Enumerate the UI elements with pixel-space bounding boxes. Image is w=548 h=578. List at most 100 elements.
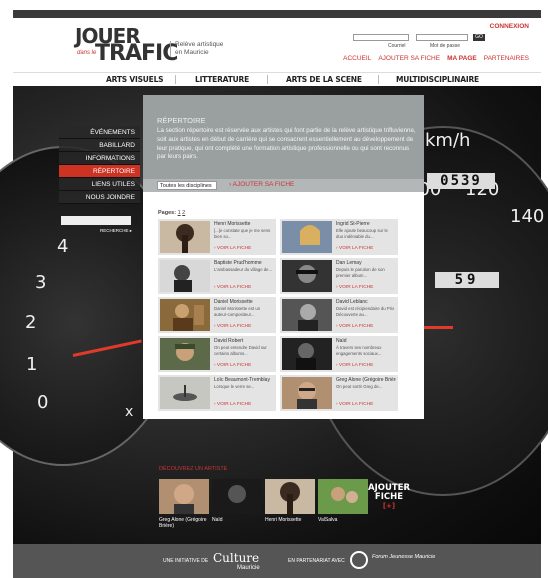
trip-meter: 59 bbox=[435, 272, 499, 288]
discover-artist-name[interactable]: Henri Morissette bbox=[265, 517, 301, 523]
category-arts-scene[interactable]: ARTS DE LA SCENE bbox=[286, 75, 362, 84]
voir-fiche-link[interactable]: › VOIR LA FICHE bbox=[336, 363, 373, 368]
pagination: Pages: 1 2 bbox=[158, 210, 185, 216]
sidebar-item-informations[interactable]: INFORMATIONS bbox=[59, 152, 140, 165]
artist-name: David Leblanc bbox=[336, 299, 368, 305]
culture-logo[interactable]: Culture bbox=[213, 551, 259, 565]
discipline-select[interactable]: Toutes les disciplines bbox=[157, 181, 217, 190]
tagline: Relève artistique en Mauricie bbox=[170, 41, 223, 57]
voir-fiche-link[interactable]: › VOIR LA FICHE bbox=[214, 285, 251, 290]
logo-small: dans le bbox=[77, 50, 97, 56]
sidebar-item-liens-utiles[interactable]: LIENS UTILES bbox=[59, 178, 140, 191]
artist-bio: Daniel Morissette est un auteur-composit… bbox=[214, 306, 261, 317]
artist-card[interactable]: Naïd À travers ses nombreux engagements … bbox=[280, 336, 398, 372]
artist-name: Baptiste Prud'homme bbox=[214, 260, 262, 266]
nav-partenaires[interactable]: PARTENAIRES bbox=[484, 55, 529, 62]
tagline-line-1: Relève artistique bbox=[175, 41, 224, 48]
discover-artist-name[interactable]: ValSalva bbox=[318, 517, 337, 523]
password-field[interactable] bbox=[416, 34, 468, 41]
gauge-number: 2 bbox=[25, 312, 37, 333]
discover-artist-section: DÉCOUVREZ UN ARTISTE Greg Alone (Grégoir… bbox=[13, 462, 541, 544]
artist-bio: On peut sortir Greg de... bbox=[336, 384, 383, 389]
category-multidisciplinaire[interactable]: MULTIDISCIPLINAIRE bbox=[396, 75, 479, 84]
email-field[interactable] bbox=[353, 34, 409, 41]
tagline-line-2: en Mauricie bbox=[175, 49, 209, 56]
artist-card[interactable]: David Leblanc David est récipiendaire du… bbox=[280, 297, 398, 333]
discover-artist-name[interactable]: Naïd bbox=[212, 517, 223, 523]
email-label: Courriel bbox=[388, 43, 406, 49]
voir-fiche-link[interactable]: › VOIR LA FICHE bbox=[214, 246, 251, 251]
artist-name: Daniel Morissette bbox=[214, 299, 253, 305]
connexion-link[interactable]: CONNEXION bbox=[490, 23, 529, 30]
voir-fiche-link[interactable]: › VOIR LA FICHE bbox=[336, 246, 373, 251]
fiche-label: FICHE bbox=[374, 492, 404, 502]
filter-bar: Toutes les disciplines › AJOUTER SA FICH… bbox=[143, 179, 424, 192]
artist-name: Loïc Beaumont-Tremblay bbox=[214, 377, 270, 383]
discover-photo[interactable] bbox=[212, 479, 262, 514]
search-button[interactable]: RECHERCHE ▸ bbox=[100, 228, 132, 234]
nav-accueil[interactable]: ACCUEIL bbox=[343, 55, 371, 62]
header: JOUER dans le TRAFIC Relève artistique e… bbox=[13, 18, 541, 72]
artist-card[interactable]: David Robert On peut entendre David sur … bbox=[158, 336, 276, 372]
nav-ajouter-fiche[interactable]: AJOUTER SA FICHE bbox=[378, 55, 440, 62]
page-1-link[interactable]: 1 bbox=[178, 210, 181, 216]
page-description: La section répertoire est réservée aux a… bbox=[157, 127, 416, 161]
ajouter-fiche-button[interactable]: AJOUTER FICHE [+] bbox=[366, 484, 412, 511]
category-arts-visuels[interactable]: ARTS VISUELS bbox=[106, 75, 164, 84]
sidebar-item-babillard[interactable]: BABILLARD bbox=[59, 139, 140, 152]
artist-name: David Robert bbox=[214, 338, 244, 344]
sidebar-item-repertoire[interactable]: RÉPERTOIRE bbox=[59, 165, 140, 178]
artist-photo bbox=[160, 377, 210, 409]
voir-fiche-link[interactable]: › VOIR LA FICHE bbox=[336, 324, 373, 329]
artist-photo bbox=[282, 299, 332, 331]
panel-header: RÉPERTOIRE La section répertoire est rés… bbox=[143, 95, 424, 179]
voir-fiche-link[interactable]: › VOIR LA FICHE bbox=[336, 402, 373, 407]
sidebar-item-nous-joindre[interactable]: NOUS JOINDRE bbox=[59, 191, 140, 204]
artist-card[interactable]: Daniel Morissette Daniel Morissette est … bbox=[158, 297, 276, 333]
ajouter-fiche-link[interactable]: › AJOUTER SA FICHE bbox=[229, 181, 294, 188]
gauge-number: 140 bbox=[510, 206, 545, 227]
side-nav: ÉVÉNEMENTS BABILLARD INFORMATIONS RÉPERT… bbox=[59, 126, 140, 204]
search-input[interactable] bbox=[61, 216, 131, 225]
discover-photo[interactable] bbox=[318, 479, 368, 514]
password-label: Mot de passe bbox=[430, 43, 461, 49]
forum-logo-text: Forum Jeunesse Mauricie bbox=[372, 554, 436, 560]
category-litterature[interactable]: LITTERATURE bbox=[195, 75, 249, 84]
artist-bio: Depuis le parution de son premier album.… bbox=[336, 267, 385, 278]
partner-label: EN PARTENARIAT AVEC bbox=[288, 558, 345, 564]
artist-photo bbox=[282, 377, 332, 409]
artist-card[interactable]: Loïc Beaumont-Tremblay Lorsque le verre … bbox=[158, 375, 276, 411]
artist-bio: À travers ses nombreux engagements socia… bbox=[336, 345, 382, 356]
artist-card[interactable]: Dan Lemay Depuis le parution de son prem… bbox=[280, 258, 398, 294]
plus-icon: [+] bbox=[382, 502, 396, 510]
page-2-link[interactable]: 2 bbox=[182, 210, 185, 216]
sidebar-item-evenements[interactable]: ÉVÉNEMENTS bbox=[59, 126, 140, 139]
discover-photo[interactable] bbox=[265, 479, 315, 514]
artist-photo bbox=[282, 338, 332, 370]
nav-ma-page[interactable]: MA PAGE bbox=[447, 55, 477, 62]
site-logo[interactable]: JOUER dans le TRAFIC bbox=[75, 24, 178, 66]
artist-photo bbox=[282, 260, 332, 292]
divider bbox=[378, 75, 379, 84]
discover-photo[interactable] bbox=[159, 479, 209, 514]
top-bar bbox=[13, 10, 541, 18]
voir-fiche-link[interactable]: › VOIR LA FICHE bbox=[214, 402, 251, 407]
forum-logo-icon[interactable] bbox=[350, 551, 368, 569]
artist-name: Henri Morissette bbox=[214, 221, 251, 227]
page: JOUER dans le TRAFIC Relève artistique e… bbox=[0, 0, 548, 578]
artist-card[interactable]: Greg Alone (Grégoire Brière) On peut sor… bbox=[280, 375, 398, 411]
footer: UNE INITIATIVE DE Culture Mauricie EN PA… bbox=[13, 544, 541, 578]
artist-bio: David est récipiendaire du Prix Découver… bbox=[336, 306, 395, 317]
artist-card[interactable]: Henri Morissette [...]e constate que je … bbox=[158, 219, 276, 255]
go-button[interactable]: GO bbox=[473, 34, 485, 41]
voir-fiche-link[interactable]: › VOIR LA FICHE bbox=[214, 324, 251, 329]
artist-name: Dan Lemay bbox=[336, 260, 362, 266]
voir-fiche-link[interactable]: › VOIR LA FICHE bbox=[214, 363, 251, 368]
divider bbox=[267, 75, 268, 84]
voir-fiche-link[interactable]: › VOIR LA FICHE bbox=[336, 285, 373, 290]
artist-card[interactable]: Baptiste Prud'homme L'ambassadeur du vil… bbox=[158, 258, 276, 294]
search-box: RECHERCHE ▸ bbox=[59, 214, 140, 236]
artist-card[interactable]: Ingrid St-Pierre Elle ajoute beaucoup su… bbox=[280, 219, 398, 255]
discover-artist-name[interactable]: Greg Alone (Grégoire Brière) bbox=[159, 517, 211, 529]
artist-photo bbox=[160, 299, 210, 331]
